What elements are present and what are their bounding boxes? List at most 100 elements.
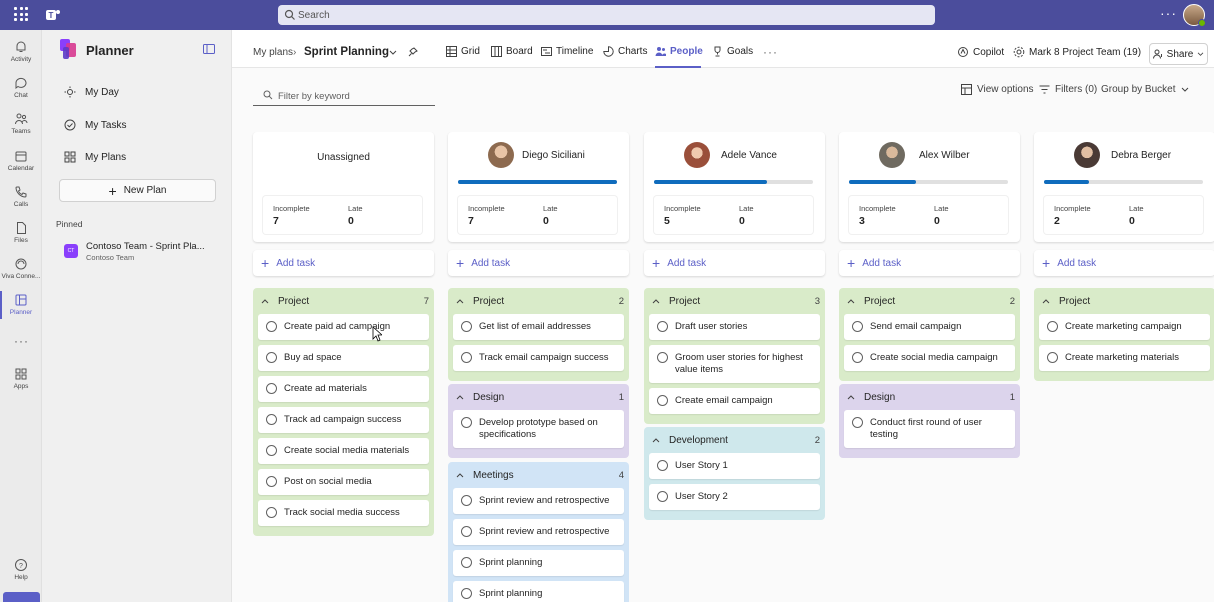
new-plan-button[interactable]: + New Plan (59, 179, 216, 202)
search-box[interactable] (278, 5, 935, 25)
task-card[interactable]: Buy ad space (258, 345, 429, 371)
group-by-dropdown[interactable]: Group by Bucket (1101, 84, 1189, 95)
nav-item-my-day[interactable]: My Day (64, 82, 224, 102)
task-card[interactable]: Create social media materials (258, 438, 429, 464)
task-card[interactable]: Sprint planning (453, 581, 624, 602)
search-input[interactable] (298, 7, 898, 23)
plan-title[interactable]: Sprint Planning (304, 46, 389, 58)
task-complete-checkbox[interactable] (266, 321, 277, 332)
rail-item-apps[interactable]: Apps (0, 363, 42, 397)
task-card[interactable]: Track ad campaign success (258, 407, 429, 433)
task-card[interactable]: Create ad materials (258, 376, 429, 402)
task-card[interactable]: Sprint planning (453, 550, 624, 576)
task-complete-checkbox[interactable] (266, 507, 277, 518)
rail-item-activity[interactable]: Activity (0, 36, 42, 70)
task-complete-checkbox[interactable] (266, 352, 277, 363)
app-launcher-icon[interactable] (14, 7, 28, 21)
rail-item-viva[interactable]: Viva Conne... (0, 253, 42, 287)
tab-charts[interactable]: Charts (603, 46, 647, 57)
tab-board[interactable]: Board (491, 46, 533, 57)
rail-item-calls[interactable]: Calls (0, 181, 42, 215)
nav-item-my-tasks[interactable]: My Tasks (64, 115, 224, 135)
task-card[interactable]: User Story 1 (649, 453, 820, 479)
task-card[interactable]: Create email campaign (649, 388, 820, 414)
task-card[interactable]: Draft user stories (649, 314, 820, 340)
task-card[interactable]: Develop prototype based on specification… (453, 410, 624, 448)
bucket-header[interactable]: Meetings 4 (453, 462, 624, 488)
task-complete-checkbox[interactable] (852, 417, 863, 428)
task-card[interactable]: Track email campaign success (453, 345, 624, 371)
bucket-header[interactable]: Development 2 (649, 427, 820, 453)
copilot-button[interactable]: Copilot (957, 46, 1004, 58)
filter-input[interactable] (278, 89, 428, 103)
add-task-button[interactable]: + Add task (1034, 250, 1214, 276)
add-task-button[interactable]: + Add task (253, 250, 434, 276)
tab-goals[interactable]: Goals (712, 46, 753, 57)
filters-button[interactable]: Filters (0) (1039, 84, 1097, 95)
task-complete-checkbox[interactable] (657, 352, 668, 363)
tab-people[interactable]: People (655, 46, 703, 57)
more-views-icon[interactable]: ··· (763, 45, 778, 59)
task-card[interactable]: Get list of email addresses (453, 314, 624, 340)
nav-item-my-plans[interactable]: My Plans (64, 147, 224, 167)
rail-item-planner[interactable]: Planner (0, 289, 42, 323)
task-complete-checkbox[interactable] (461, 526, 472, 537)
team-members-button[interactable]: Mark 8 Project Team (19) (1013, 46, 1141, 58)
pin-icon[interactable] (408, 47, 418, 57)
task-card[interactable]: Create paid ad campaign (258, 314, 429, 340)
task-complete-checkbox[interactable] (657, 321, 668, 332)
add-task-button[interactable]: + Add task (644, 250, 825, 276)
bucket-header[interactable]: Project 3 (649, 288, 820, 314)
task-complete-checkbox[interactable] (657, 460, 668, 471)
task-complete-checkbox[interactable] (266, 414, 277, 425)
task-complete-checkbox[interactable] (461, 557, 472, 568)
user-avatar[interactable] (1183, 4, 1206, 27)
rail-item-files[interactable]: Files (0, 217, 42, 251)
task-complete-checkbox[interactable] (461, 417, 472, 428)
task-complete-checkbox[interactable] (461, 321, 472, 332)
filter-box[interactable] (253, 87, 435, 106)
add-task-button[interactable]: + Add task (839, 250, 1020, 276)
task-complete-checkbox[interactable] (266, 476, 277, 487)
task-complete-checkbox[interactable] (852, 321, 863, 332)
task-card[interactable]: Create social media campaign (844, 345, 1015, 371)
bucket-header[interactable]: Project 7 (258, 288, 429, 314)
rail-item-chat[interactable]: Chat (0, 72, 42, 106)
task-complete-checkbox[interactable] (461, 352, 472, 363)
share-button[interactable]: Share (1149, 43, 1208, 65)
bucket-header[interactable]: Design 1 (844, 384, 1015, 410)
task-complete-checkbox[interactable] (1047, 321, 1058, 332)
task-card[interactable]: Sprint review and retrospective (453, 488, 624, 514)
task-card[interactable]: Conduct first round of user testing (844, 410, 1015, 448)
task-complete-checkbox[interactable] (852, 352, 863, 363)
task-card[interactable]: Post on social media (258, 469, 429, 495)
task-card[interactable]: User Story 2 (649, 484, 820, 510)
task-card[interactable]: Track social media success (258, 500, 429, 526)
task-card[interactable]: Groom user stories for highest value ite… (649, 345, 820, 383)
task-card[interactable]: Create marketing materials (1039, 345, 1210, 371)
more-apps-icon[interactable]: ··· (14, 334, 29, 348)
task-complete-checkbox[interactable] (657, 491, 668, 502)
breadcrumb-my-plans[interactable]: My plans (253, 47, 293, 58)
task-complete-checkbox[interactable] (1047, 352, 1058, 363)
bucket-header[interactable]: Project 2 (453, 288, 624, 314)
task-card[interactable]: Create marketing campaign (1039, 314, 1210, 340)
task-complete-checkbox[interactable] (461, 588, 472, 599)
task-complete-checkbox[interactable] (266, 445, 277, 456)
rail-item-teams[interactable]: Teams (0, 108, 42, 142)
bucket-header[interactable]: Design 1 (453, 384, 624, 410)
chevron-down-icon[interactable] (389, 50, 397, 56)
tab-grid[interactable]: Grid (446, 46, 480, 57)
collapse-sidebar-icon[interactable] (203, 44, 215, 54)
task-complete-checkbox[interactable] (461, 495, 472, 506)
tab-timeline[interactable]: Timeline (541, 46, 593, 57)
more-options-icon[interactable]: ··· (1160, 6, 1177, 20)
pinned-plan-item[interactable]: CT Contoso Team - Sprint Pla... Contoso … (62, 240, 227, 266)
task-card[interactable]: Sprint review and retrospective (453, 519, 624, 545)
download-app-button[interactable] (3, 592, 40, 602)
bucket-header[interactable]: Project 2 (844, 288, 1015, 314)
task-complete-checkbox[interactable] (266, 383, 277, 394)
view-options-button[interactable]: View options (961, 84, 1034, 95)
task-card[interactable]: Send email campaign (844, 314, 1015, 340)
bucket-header[interactable]: Project (1039, 288, 1210, 314)
